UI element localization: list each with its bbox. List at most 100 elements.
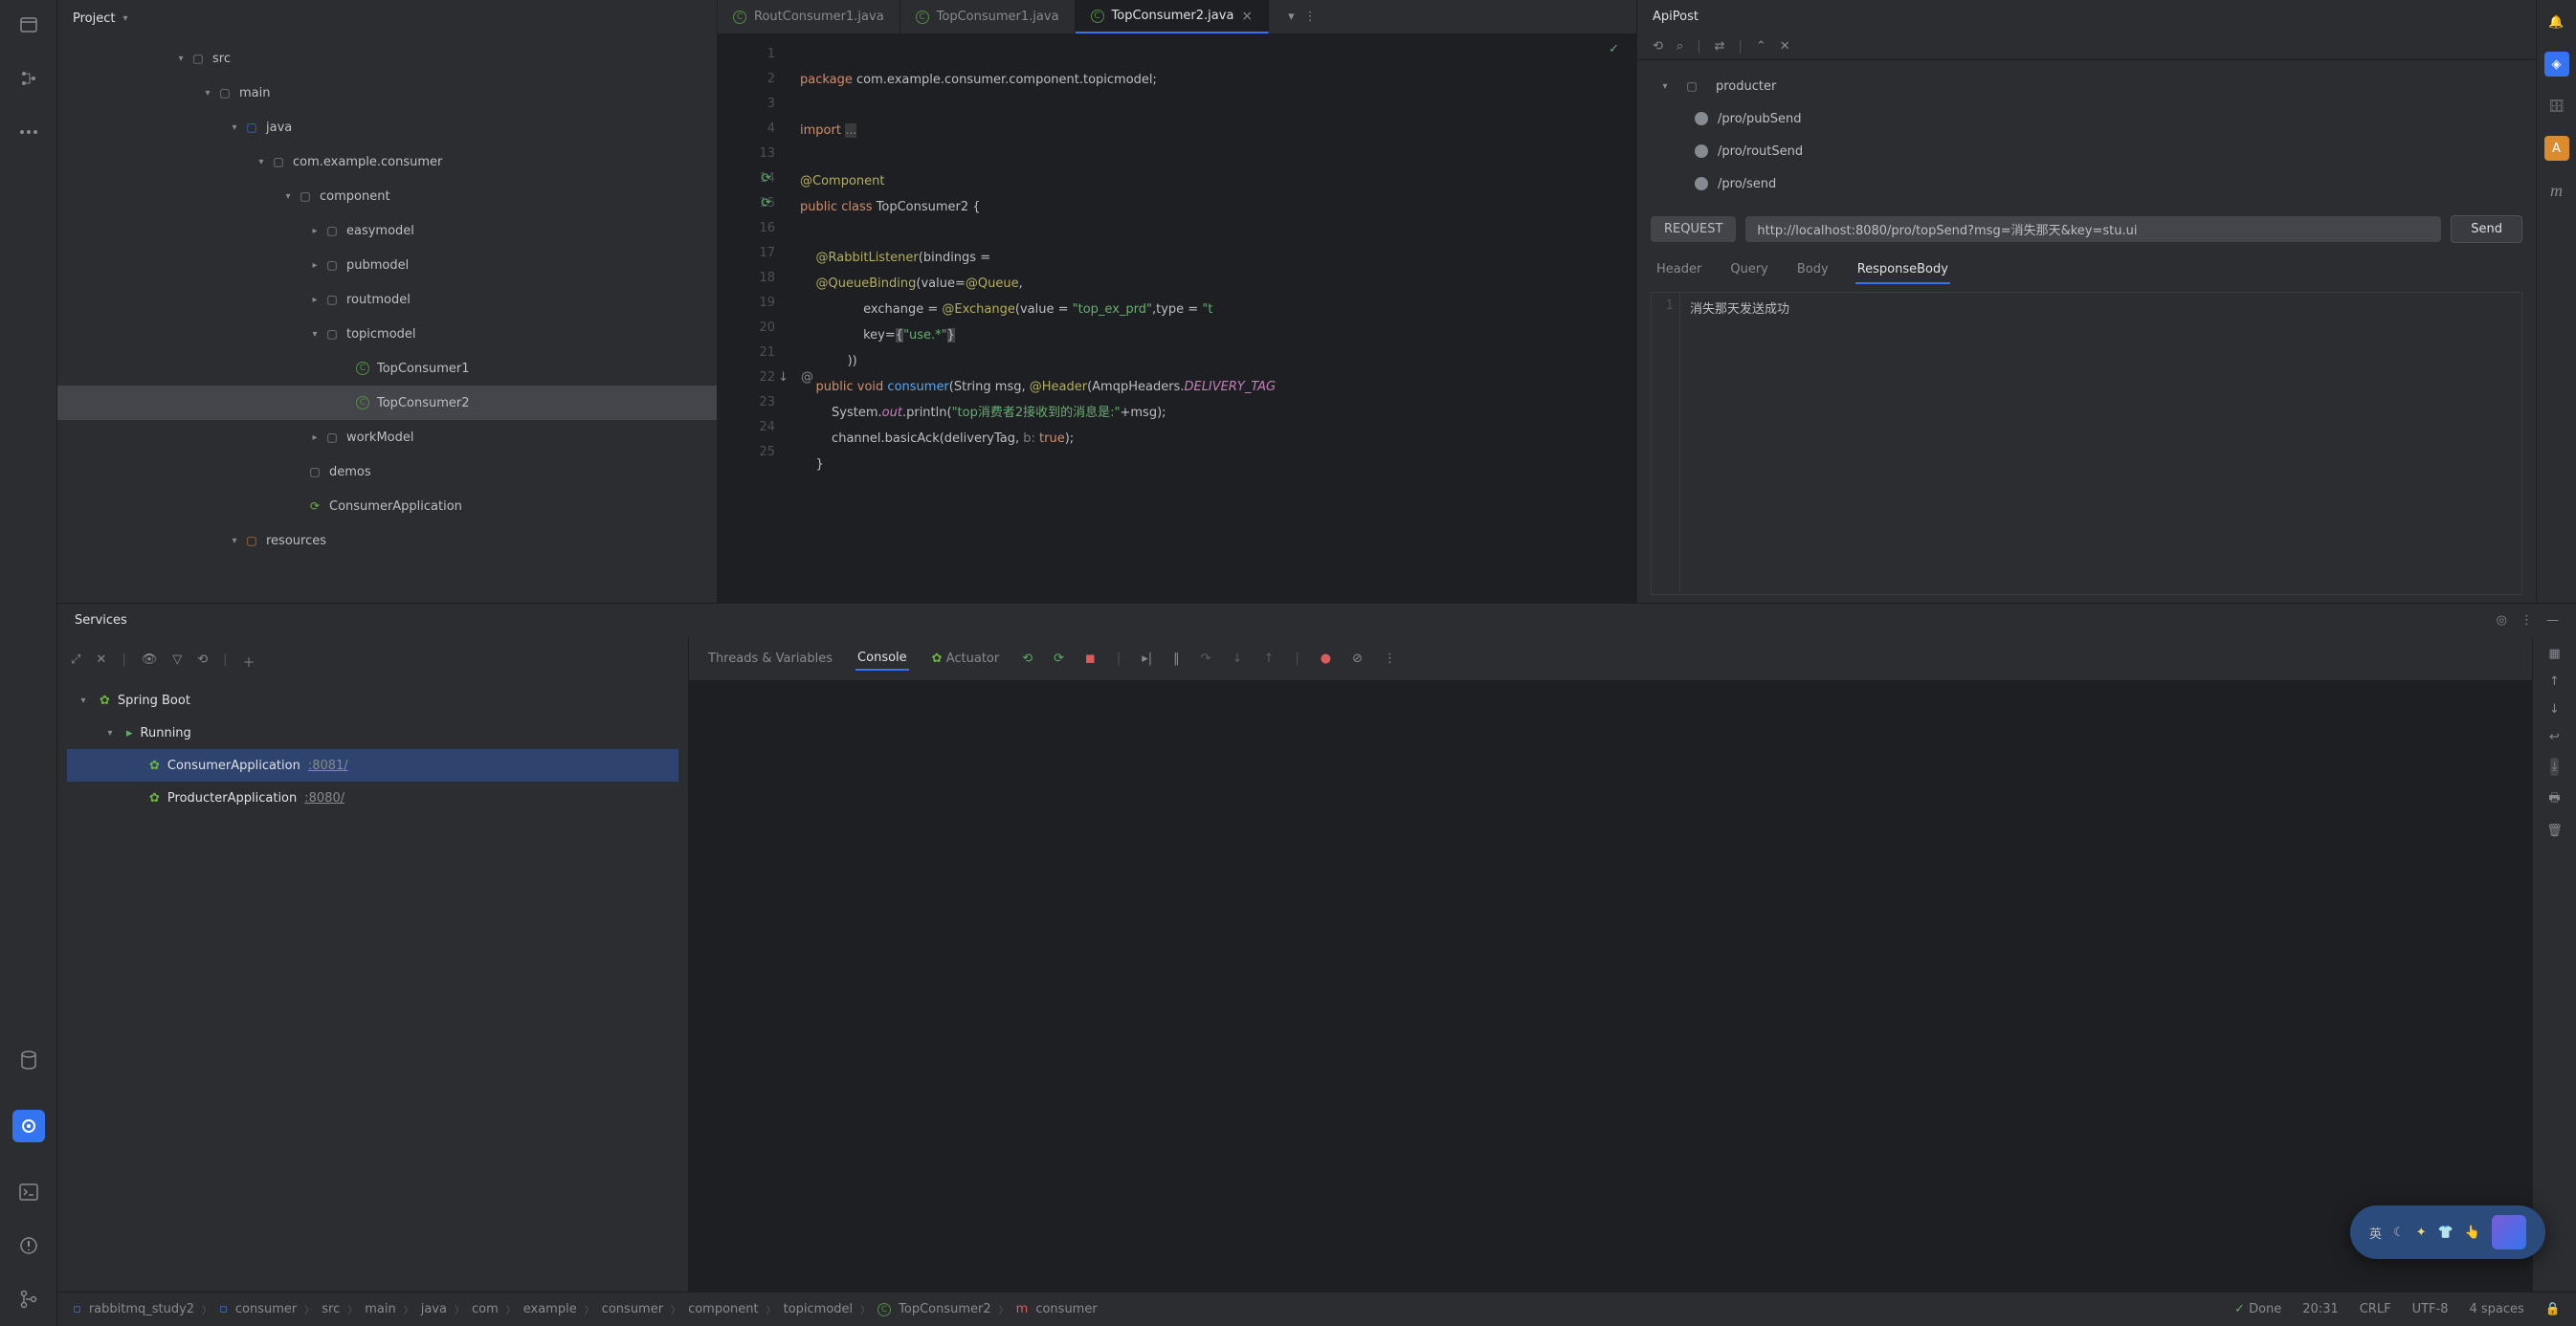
response-text[interactable]: 消失那天发送成功 [1680, 293, 1799, 594]
more-tool-icon[interactable] [15, 119, 42, 145]
tree-node-package[interactable]: ▾▢com.example.consumer [57, 144, 717, 179]
tree-node-routmodel[interactable]: ▸▢routmodel [57, 282, 717, 317]
soft-wrap-icon[interactable]: ↩ [2549, 730, 2560, 744]
status-position[interactable]: 20:31 [2302, 1302, 2338, 1316]
tree-node-resources[interactable]: ▾▢resources [57, 523, 717, 558]
tab-topconsumer1[interactable]: CTopConsumer1.java [900, 0, 1076, 33]
tab-responsebody[interactable]: ResponseBody [1855, 256, 1950, 284]
bc-item[interactable]: component [688, 1302, 759, 1316]
tree-node-consumerapp[interactable]: ⟳ConsumerApplication [57, 489, 717, 523]
trash-icon[interactable]: 🗑 [2546, 824, 2563, 838]
collapse-icon[interactable]: ⌃ [1756, 39, 1766, 54]
pause-icon[interactable]: ‖ [1173, 652, 1180, 666]
project-header[interactable]: Project ▾ [57, 0, 717, 37]
rerun-debug-icon[interactable]: ⟳ [1054, 652, 1064, 666]
bc-item[interactable]: src [322, 1302, 340, 1316]
bc-item[interactable]: rabbitmq_study2 [89, 1302, 194, 1316]
status-encoding[interactable]: UTF-8 [2412, 1302, 2449, 1316]
notifications-icon[interactable]: 🔔 [2544, 10, 2569, 34]
bc-item[interactable]: consumer [1035, 1302, 1097, 1316]
tab-threads[interactable]: Threads & Variables [706, 648, 834, 670]
show-icon[interactable]: 👁 [142, 652, 158, 671]
tree-node-src[interactable]: ▾▢src [57, 41, 717, 76]
send-button[interactable]: Send [2451, 215, 2522, 243]
gutter-run-icon[interactable]: ⟳ [761, 191, 771, 216]
rerun-icon[interactable]: ⟲ [1022, 652, 1033, 666]
minimize-icon[interactable]: — [2546, 613, 2559, 628]
step-out-icon[interactable]: ↑ [1263, 652, 1274, 666]
project-tool-icon[interactable] [15, 11, 42, 38]
scroll-end-icon[interactable]: ⤓ [2550, 758, 2560, 776]
tree-node-pubmodel[interactable]: ▸▢pubmodel [57, 248, 717, 282]
api-tree-root[interactable]: ▾▢producter [1656, 70, 2517, 102]
structure-tool-icon[interactable] [15, 65, 42, 92]
services-app-producter[interactable]: ✿ProducterApplication :8080/ [67, 782, 678, 814]
database-icon[interactable]: 🗄 [2544, 94, 2569, 119]
bc-item[interactable]: consumer [235, 1302, 297, 1316]
app-port-link[interactable]: :8080/ [304, 791, 344, 806]
resume-icon[interactable]: ▸| [1142, 652, 1152, 666]
tab-console[interactable]: Console [855, 647, 909, 671]
services-springboot-node[interactable]: ▾✿Spring Boot [67, 684, 678, 717]
tab-routconsumer1[interactable]: CRoutConsumer1.java [718, 0, 900, 33]
breakpoint-icon[interactable]: ● [1321, 652, 1331, 666]
code-editor[interactable]: package com.example.consumer.component.t… [800, 34, 1636, 603]
services-app-consumer[interactable]: ✿ConsumerApplication :8081/ [67, 749, 678, 782]
more-icon[interactable]: ⋮ [1384, 652, 1396, 666]
status-done[interactable]: ✓ Done [2234, 1302, 2281, 1316]
tree-node-topicmodel[interactable]: ▾▢topicmodel [57, 317, 717, 351]
bc-item[interactable]: topicmodel [784, 1302, 854, 1316]
ai-tool-icon[interactable] [12, 1110, 45, 1142]
bc-item[interactable]: example [523, 1302, 577, 1316]
terminal-tool-icon[interactable] [15, 1179, 42, 1205]
tab-actuator[interactable]: ✿ Actuator [930, 648, 1002, 670]
tab-query[interactable]: Query [1728, 256, 1770, 284]
maven-icon[interactable]: m [2544, 178, 2569, 203]
tree-node-topconsumer2[interactable]: CTopConsumer2 [57, 386, 717, 420]
services-running-node[interactable]: ▾▸Running [67, 717, 678, 749]
api-endpoint[interactable]: /pro/pubSend [1656, 102, 2517, 135]
vcs-tool-icon[interactable] [15, 1286, 42, 1313]
more-icon[interactable]: ⋮ [2520, 613, 2533, 628]
console-output[interactable] [689, 680, 2532, 1292]
bc-item[interactable]: consumer [602, 1302, 663, 1316]
mute-bp-icon[interactable]: ⊘ [1352, 652, 1363, 666]
bc-item[interactable]: java [421, 1302, 447, 1316]
readonly-lock-icon[interactable]: 🔒 [2545, 1302, 2561, 1316]
ai-assistant-icon[interactable]: ◈ [2544, 52, 2569, 77]
filter-icon[interactable]: ⇄ [1715, 39, 1725, 54]
chevron-down-icon[interactable]: ▾ [1288, 10, 1295, 24]
rerun-icon[interactable]: ⟲ [197, 652, 208, 671]
bc-item[interactable]: com [472, 1302, 499, 1316]
tree-node-demos[interactable]: ▢demos [57, 454, 717, 489]
status-line-sep[interactable]: CRLF [2360, 1302, 2391, 1316]
bc-item[interactable]: main [365, 1302, 395, 1316]
close-icon[interactable]: ✕ [96, 652, 106, 671]
stop-icon[interactable]: ◼ [1085, 652, 1096, 666]
problems-tool-icon[interactable] [15, 1232, 42, 1259]
gutter-usage-icon[interactable]: ↓ [778, 365, 788, 390]
gutter-run-icon[interactable]: ⟳ [761, 166, 771, 191]
close-tab-icon[interactable]: × [1241, 9, 1253, 24]
add-icon[interactable]: ＋ [243, 652, 255, 671]
print-icon[interactable]: 🖶 [2548, 789, 2560, 810]
tree-node-easymodel[interactable]: ▸▢easymodel [57, 213, 717, 248]
request-method-label[interactable]: REQUEST [1651, 216, 1736, 242]
tab-header[interactable]: Header [1654, 256, 1703, 284]
tree-node-main[interactable]: ▾▢main [57, 76, 717, 110]
close-panel-icon[interactable]: ✕ [1780, 39, 1790, 54]
step-over-icon[interactable]: ↷ [1201, 652, 1211, 666]
search-icon[interactable]: ⌕ [1677, 39, 1683, 54]
more-icon[interactable]: ⋮ [1304, 10, 1317, 24]
tree-node-workmodel[interactable]: ▸▢workModel [57, 420, 717, 454]
database-tool-icon[interactable] [15, 1047, 42, 1073]
tab-topconsumer2[interactable]: CTopConsumer2.java× [1076, 0, 1270, 33]
request-url-input[interactable] [1745, 216, 2441, 242]
down-icon[interactable]: ↓ [2549, 702, 2560, 717]
expand-icon[interactable]: ⤢ [71, 652, 80, 671]
refresh-icon[interactable]: ⟲ [1653, 39, 1663, 54]
api-endpoint[interactable]: /pro/send [1656, 167, 2517, 200]
app-port-link[interactable]: :8081/ [308, 759, 348, 773]
tree-node-component[interactable]: ▾▢component [57, 179, 717, 213]
target-icon[interactable]: ◎ [2497, 613, 2507, 628]
